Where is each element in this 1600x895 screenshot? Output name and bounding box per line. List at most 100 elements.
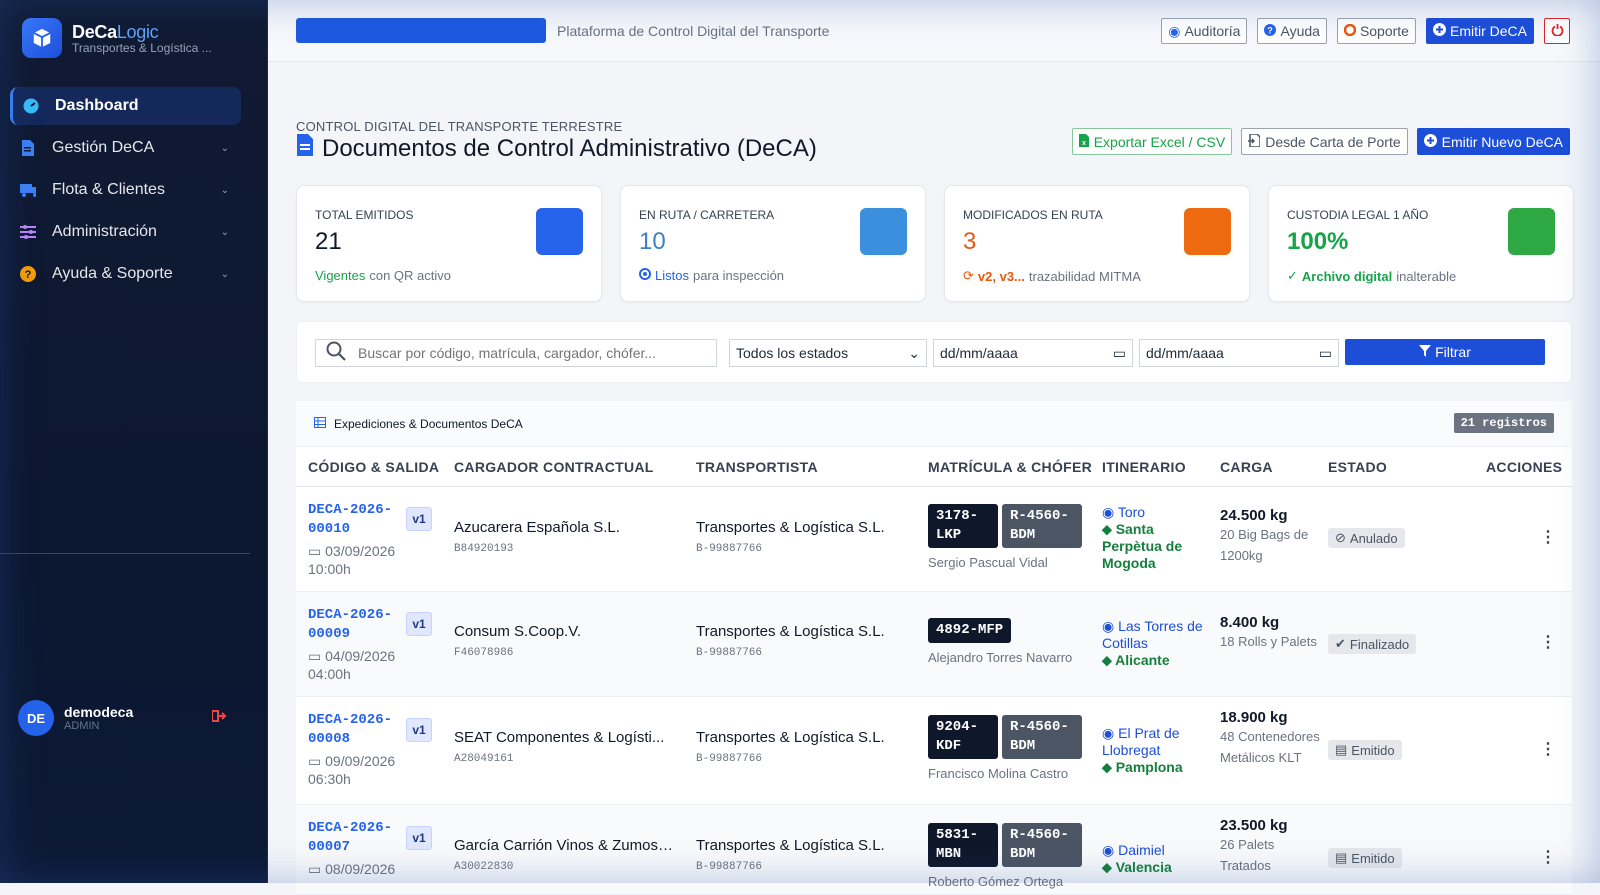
version-badge: v1 [406,718,432,742]
driver-name: Roberto Gómez Ortega [928,874,1064,889]
row-actions-menu[interactable]: ⋮ [1540,632,1556,652]
table-caption: Expediciones & Documentos DeCA [334,416,523,431]
search-box[interactable] [315,339,717,367]
svg-text:x: x [1082,140,1086,147]
top-bar: Plataforma de Control Digital del Transp… [268,0,1600,62]
stat-note-text: inalterable [1396,268,1457,284]
date-from-value: dd/mm/aaaa [940,345,1018,361]
platform-tagline: Plataforma de Control Digital del Transp… [557,23,830,39]
support-label: Soporte [1359,23,1409,39]
column-header[interactable]: TRANSPORTISTA [696,459,818,475]
column-header[interactable]: MATRÍCULA & CHÓFER [928,459,1092,475]
sidebar-item-administracion[interactable]: Administración ⌄ [10,213,241,251]
row-actions-menu[interactable]: ⋮ [1540,527,1556,547]
shipper-name: Consum S.Coop.V. [454,623,582,640]
column-header[interactable]: CARGADOR CONTRACTUAL [454,459,654,475]
deca-code[interactable]: DECA-2026-00007 [308,819,398,857]
column-header[interactable]: CARGA [1220,459,1273,475]
filter-button[interactable]: Filtrar [1345,339,1545,365]
date-from-input[interactable]: dd/mm/aaaa ▭ [933,339,1133,367]
row-actions-menu[interactable]: ⋮ [1540,847,1556,867]
excel-file-icon: x [1078,133,1089,150]
file-signature-icon: ▤ [1335,742,1348,757]
deca-code[interactable]: DECA-2026-00008 [308,711,398,749]
sidebar-item-gestion-deca[interactable]: Gestión DeCA ⌄ [10,129,241,167]
power-button[interactable] [1544,18,1570,44]
stat-card-modificados: MODIFICADOS EN RUTA 3 ⟳ v2, v3... trazabil… [944,185,1250,302]
audit-button[interactable]: ◉ Auditoría [1161,18,1248,44]
page-title: Documentos de Control Administrativo (De… [296,134,817,163]
column-header[interactable]: ACCIONES [1486,459,1562,475]
shipper-name: García Carrión Vinos & Zumos ... [454,837,674,854]
date-to-input[interactable]: dd/mm/aaaa ▭ [1139,339,1339,367]
stat-card-total: TOTAL EMITIDOS 21 Vigentes con QR activo [296,185,602,302]
sidebar-divider [0,553,250,554]
stat-square-icon [1508,208,1555,255]
stat-note-highlight: Listos [655,268,689,283]
column-header[interactable]: CÓDIGO & SALIDA [308,459,439,475]
stat-note: ✓ Archivo digital inalterable [1287,268,1456,284]
itinerary: ◉ El Prat de Llobregat ⬥ Pamplona [1102,725,1183,775]
carrier-name: Transportes & Logística S.L. [696,729,885,746]
status-badge: ▤ Emitido [1328,740,1402,760]
sidebar-item-label: Flota & Clientes [52,181,165,198]
chevron-down-icon: ⌄ [220,268,229,280]
driver-name: Francisco Molina Castro [928,766,1069,781]
driver-name: Sergio Pascual Vidal [928,555,1048,570]
table-row[interactable]: DECA-2026-00009 v1 ▭ 04/09/2026 04:00h Co… [296,592,1572,697]
table-row[interactable]: DECA-2026-00008 v1 ▭ 09/09/2026 06:30h SE… [296,697,1572,805]
column-header[interactable]: ITINERARIO [1102,459,1186,475]
top-banner-bar [296,18,546,43]
departure-datetime: ▭ 08/09/2026 [308,861,396,877]
sidebar-item-label: Dashboard [55,97,139,114]
deca-code[interactable]: DECA-2026-00010 [308,501,398,539]
export-excel-button[interactable]: x Exportar Excel / CSV [1071,128,1233,155]
sidebar-nav: Dashboard Gestión DeCA ⌄ Flota & Cliente… [10,87,241,297]
table-row[interactable]: DECA-2026-00007 v1 ▭ 08/09/2026 García C… [296,805,1572,895]
calendar-icon[interactable]: ▭ [1113,345,1126,362]
table-row[interactable]: DECA-2026-00010 v1 ▭ 03/09/2026 10:00h Az… [296,487,1572,592]
deca-table: Expediciones & Documentos DeCA 21 regist… [296,401,1572,895]
map-pin-icon: ⬥ [1102,759,1116,775]
user-name: demodeca [64,704,134,720]
stat-note: Vigentes con QR activo [315,268,451,283]
version-badge: v1 [406,612,432,636]
stat-note-highlight: Vigentes [315,268,366,283]
from-carta-porte-button[interactable]: Desde Carta de Porte [1241,128,1408,155]
origin-dot-icon: ◉ [1102,842,1119,858]
new-deca-button[interactable]: Emitir Nuevo DeCA [1416,128,1570,155]
funnel-icon [1419,344,1432,360]
row-actions-menu[interactable]: ⋮ [1540,739,1556,759]
help-label: Ayuda [1280,23,1320,39]
new-deca-label: Emitir Nuevo DeCA [1441,133,1563,150]
support-button[interactable]: Soporte [1336,18,1416,44]
calendar-icon[interactable]: ▭ [1319,345,1332,362]
lifebuoy-icon [1343,23,1357,39]
column-header[interactable]: ESTADO [1328,459,1387,475]
sidebar-item-flota-clientes[interactable]: Flota & Clientes ⌄ [10,171,241,209]
truck-icon [20,182,36,198]
from-carta-label: Desde Carta de Porte [1265,133,1401,150]
table-caption-bar: Expediciones & Documentos DeCA 21 regist… [296,401,1572,447]
deca-code[interactable]: DECA-2026-00009 [308,606,398,644]
logout-icon[interactable] [211,709,228,728]
chevron-down-icon: ⌄ [220,184,229,196]
sidebar-item-dashboard[interactable]: Dashboard [10,87,241,125]
table-header: CÓDIGO & SALIDA CARGADOR CONTRACTUAL TRA… [296,447,1572,487]
help-button[interactable]: ? Ayuda [1257,18,1327,44]
status-select-value: Todos los estados [736,345,849,361]
sidebar-item-ayuda-soporte[interactable]: ? Ayuda & Soporte ⌄ [10,255,241,293]
filter-bar: Todos los estados ⌄ dd/mm/aaaa ▭ dd/mm/aaa… [296,321,1572,383]
user-profile[interactable]: DE demodeca ADMIN [18,700,228,736]
brand[interactable]: DeCaLogic Transportes & Logística ... [22,18,212,58]
search-input[interactable] [358,345,698,361]
vehicle-plate: 5831-MBN [928,823,998,867]
status-select[interactable]: Todos los estados ⌄ [729,339,927,367]
sidebar: DeCaLogic Transportes & Logística ... Da… [0,0,268,883]
stat-note-text: con QR activo [369,268,452,283]
check-circle-icon: ✔ [1335,636,1346,651]
departure-datetime: ▭ 04/09/2026 04:00h [308,648,396,682]
stat-note-highlight: Archivo digital [1301,268,1393,284]
stat-square-icon [536,208,583,255]
emit-deca-button[interactable]: Emitir DeCA [1425,18,1534,44]
